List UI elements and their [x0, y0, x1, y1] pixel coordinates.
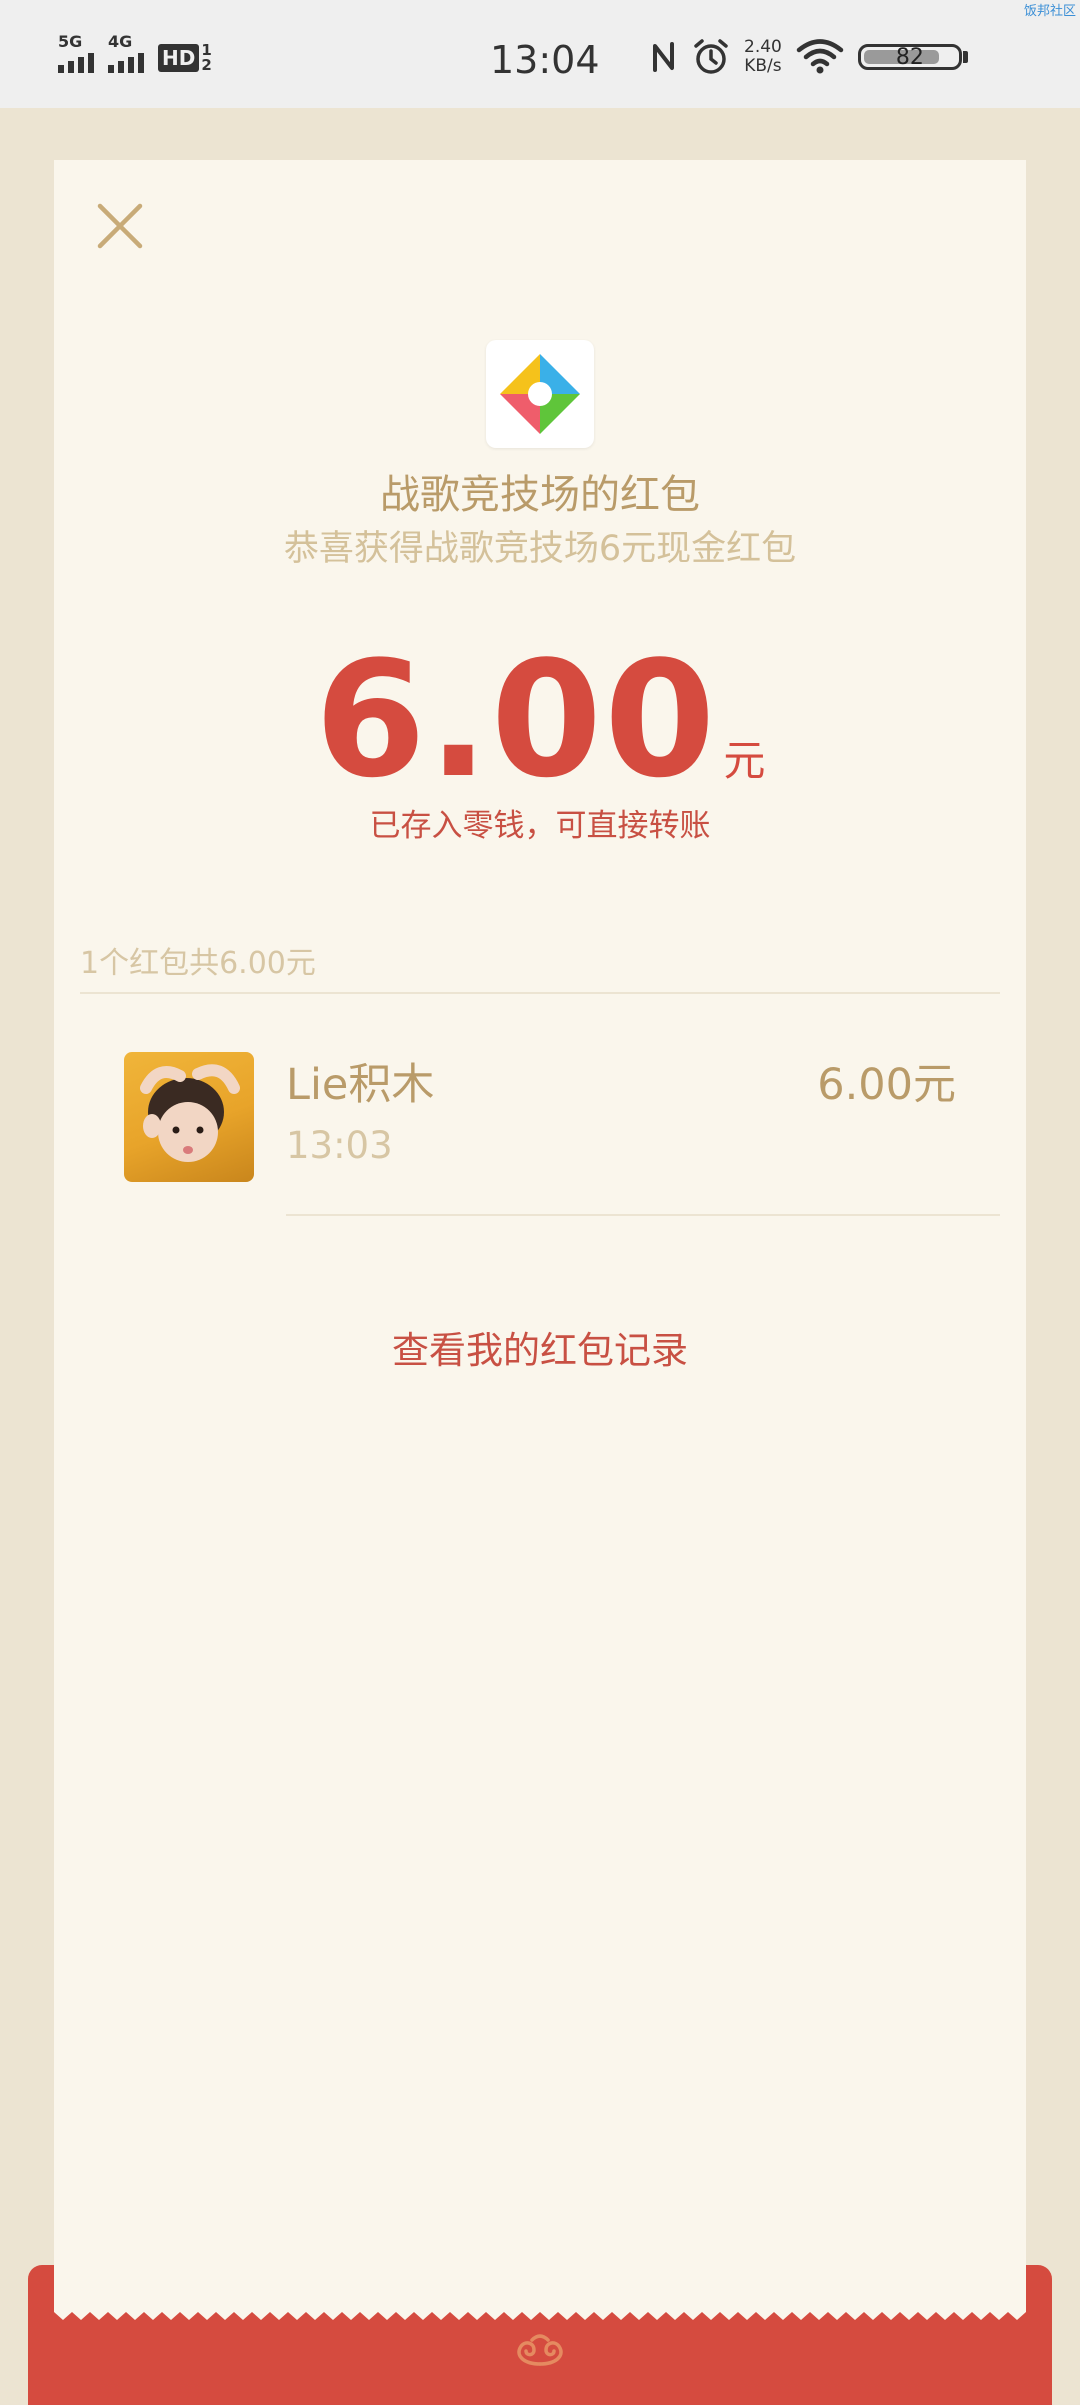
hd-indicator: HD 1 2 — [158, 43, 212, 73]
view-my-records-link[interactable]: 查看我的红包记录 — [54, 1320, 1026, 1374]
watermark: 饭邦社区 — [1023, 4, 1076, 19]
divider — [80, 992, 1000, 994]
saved-to-wallet-note: 已存入零钱，可直接转账 — [369, 808, 711, 844]
hd-label: HD — [158, 44, 200, 72]
divider — [286, 1214, 1000, 1216]
signal-bars-icon — [108, 53, 144, 73]
amount-display: 6.00 元 — [54, 620, 1026, 820]
hd-sub-bottom: 2 — [201, 56, 212, 74]
status-left: 5G 4G HD 1 2 — [58, 34, 212, 73]
packet-subtitle: 恭喜获得战歌竞技场6元现金红包 — [283, 529, 797, 569]
network-4g-label: 4G — [108, 32, 133, 51]
receive-time: 13:03 — [286, 1124, 393, 1167]
received-amount: 6.00元 — [817, 1060, 956, 1110]
amount-unit: 元 — [723, 736, 766, 785]
battery-icon: 82 — [857, 44, 968, 70]
status-time: 13:04 — [490, 38, 600, 82]
speed-value: 2.40 — [744, 37, 782, 57]
alarm-icon — [694, 39, 728, 74]
battery-level: 82 — [895, 45, 924, 70]
receiver-list-item[interactable]: Lie积木 13:03 6.00元 — [54, 1050, 1026, 1210]
nfc-icon — [653, 42, 674, 72]
app-logo-icon — [500, 354, 580, 434]
receiver-name: Lie积木 — [286, 1060, 435, 1110]
red-packet-detail-card: 战歌竞技场的红包 恭喜获得战歌竞技场6元现金红包 6.00 元 已存入零钱，可直接… — [54, 160, 1026, 2310]
signal-4g: 4G — [108, 34, 144, 73]
app-logo — [486, 340, 594, 448]
zigzag-edge — [54, 2298, 1026, 2320]
signal-bars-icon — [58, 53, 94, 73]
packet-amount: 6.00 — [314, 626, 718, 813]
status-bar: 饭邦社区 5G 4G HD 1 2 13:04 2.40 KB/s 82 — [0, 0, 1080, 108]
signal-5g: 5G — [58, 34, 94, 73]
packet-summary: 1个红包共6.00元 — [80, 946, 316, 981]
wifi-icon — [796, 39, 844, 74]
status-right: 2.40 KB/s 82 — [650, 38, 968, 76]
avatar — [124, 1052, 254, 1182]
packet-title: 战歌竞技场的红包 — [380, 472, 700, 518]
speed-unit: KB/s — [744, 56, 782, 76]
network-5g-label: 5G — [58, 32, 83, 51]
network-speed: 2.40 KB/s — [744, 38, 782, 76]
close-icon[interactable] — [90, 196, 150, 256]
swirl-icon — [517, 2334, 563, 2366]
